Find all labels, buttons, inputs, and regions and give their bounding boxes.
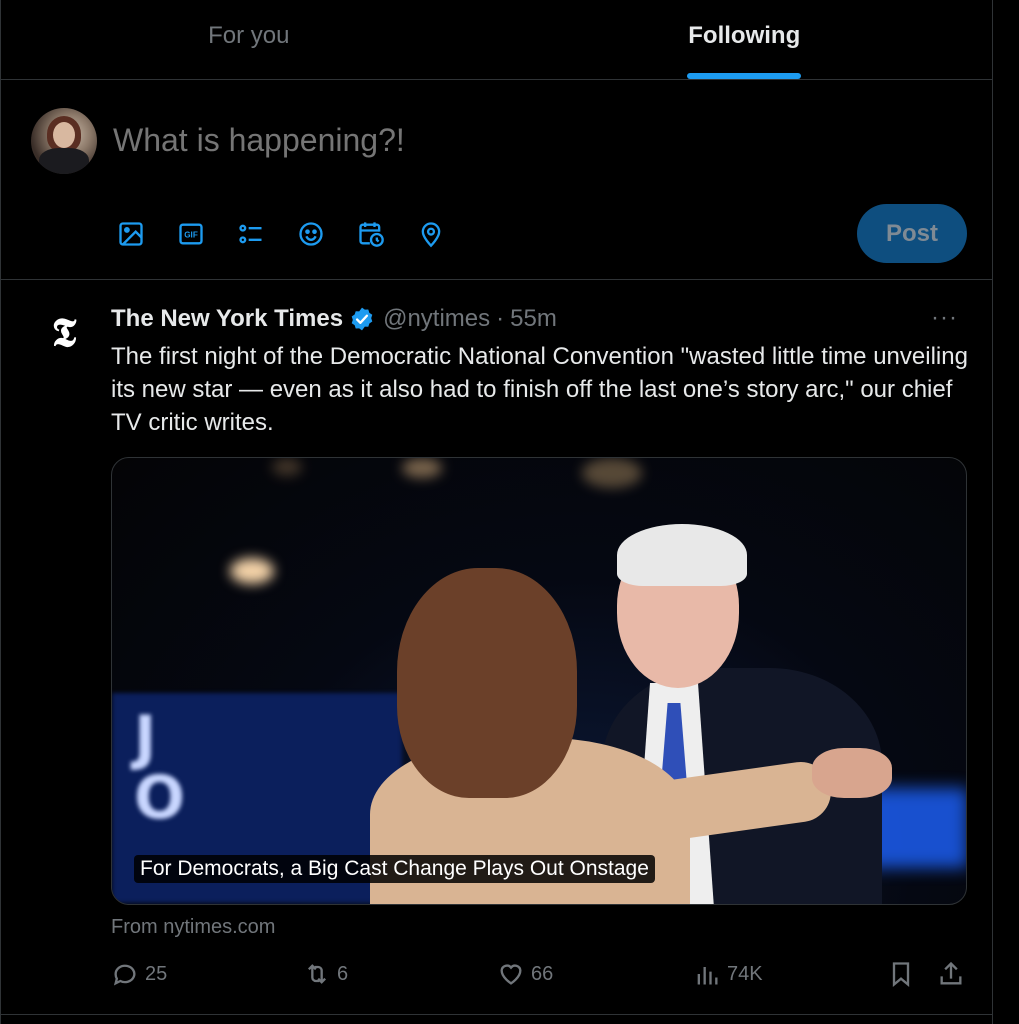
share-button[interactable] — [937, 960, 971, 988]
tab-for-you-label: For you — [208, 22, 290, 49]
active-tab-indicator — [687, 73, 802, 79]
author-handle[interactable]: @nytimes — [383, 305, 490, 333]
repost-button[interactable]: 6 — [303, 960, 348, 988]
avatar[interactable] — [31, 108, 97, 174]
tweet-actions: 25 6 66 74K — [111, 960, 971, 994]
tweet-header: The New York Times @nytimes · 55m — [111, 305, 557, 333]
share-icon — [940, 961, 962, 985]
post-button[interactable]: Post — [857, 204, 967, 263]
tweet-text: The first night of the Democratic Nation… — [111, 343, 968, 436]
tweet-timestamp[interactable]: 55m — [510, 305, 557, 333]
reply-icon — [113, 964, 136, 986]
repost-icon — [308, 964, 326, 984]
compose-input[interactable] — [113, 122, 813, 159]
poll-icon[interactable] — [233, 216, 293, 252]
page-background-strip — [993, 0, 1019, 1024]
composer: GIF Post — [1, 80, 992, 280]
tweet[interactable]: 𝕿 The New York Times @nytimes · 55m ··· … — [1, 280, 992, 1015]
svg-text:GIF: GIF — [184, 231, 198, 240]
timeline-tabs: For you Following — [1, 0, 992, 80]
verified-badge-icon — [351, 307, 373, 331]
author-name[interactable]: The New York Times — [111, 305, 343, 333]
composer-toolbar: GIF — [113, 216, 473, 252]
gif-icon[interactable]: GIF — [173, 216, 233, 252]
emoji-icon[interactable] — [293, 216, 353, 252]
analytics-icon — [697, 967, 718, 985]
heart-icon — [500, 964, 522, 985]
reply-button[interactable]: 25 — [111, 960, 167, 988]
repost-count: 6 — [337, 962, 349, 985]
schedule-icon[interactable] — [353, 216, 413, 252]
views-count: 74K — [727, 962, 763, 985]
link-source[interactable]: From nytimes.com — [111, 916, 275, 939]
like-count: 66 — [531, 962, 554, 985]
tab-following[interactable]: Following — [497, 0, 993, 79]
reply-count: 25 — [145, 962, 168, 985]
location-icon[interactable] — [413, 216, 473, 252]
link-card-image[interactable]: JO For Democrats, a Big Cast Change Play… — [111, 457, 967, 905]
header-separator: · — [496, 305, 505, 332]
tab-for-you[interactable]: For you — [1, 0, 497, 79]
like-button[interactable]: 66 — [497, 960, 553, 988]
link-card-title: For Democrats, a Big Cast Change Plays O… — [134, 855, 655, 883]
timeline-column: For you Following GIF — [0, 0, 993, 1024]
bookmark-button[interactable] — [887, 960, 921, 988]
nyt-logo-avatar[interactable]: 𝕿 — [45, 310, 83, 356]
views-button[interactable]: 74K — [693, 960, 763, 988]
tab-following-label: Following — [688, 22, 801, 49]
more-options-icon[interactable]: ··· — [931, 304, 958, 332]
bookmark-icon — [892, 962, 910, 987]
image-icon[interactable] — [113, 216, 173, 252]
